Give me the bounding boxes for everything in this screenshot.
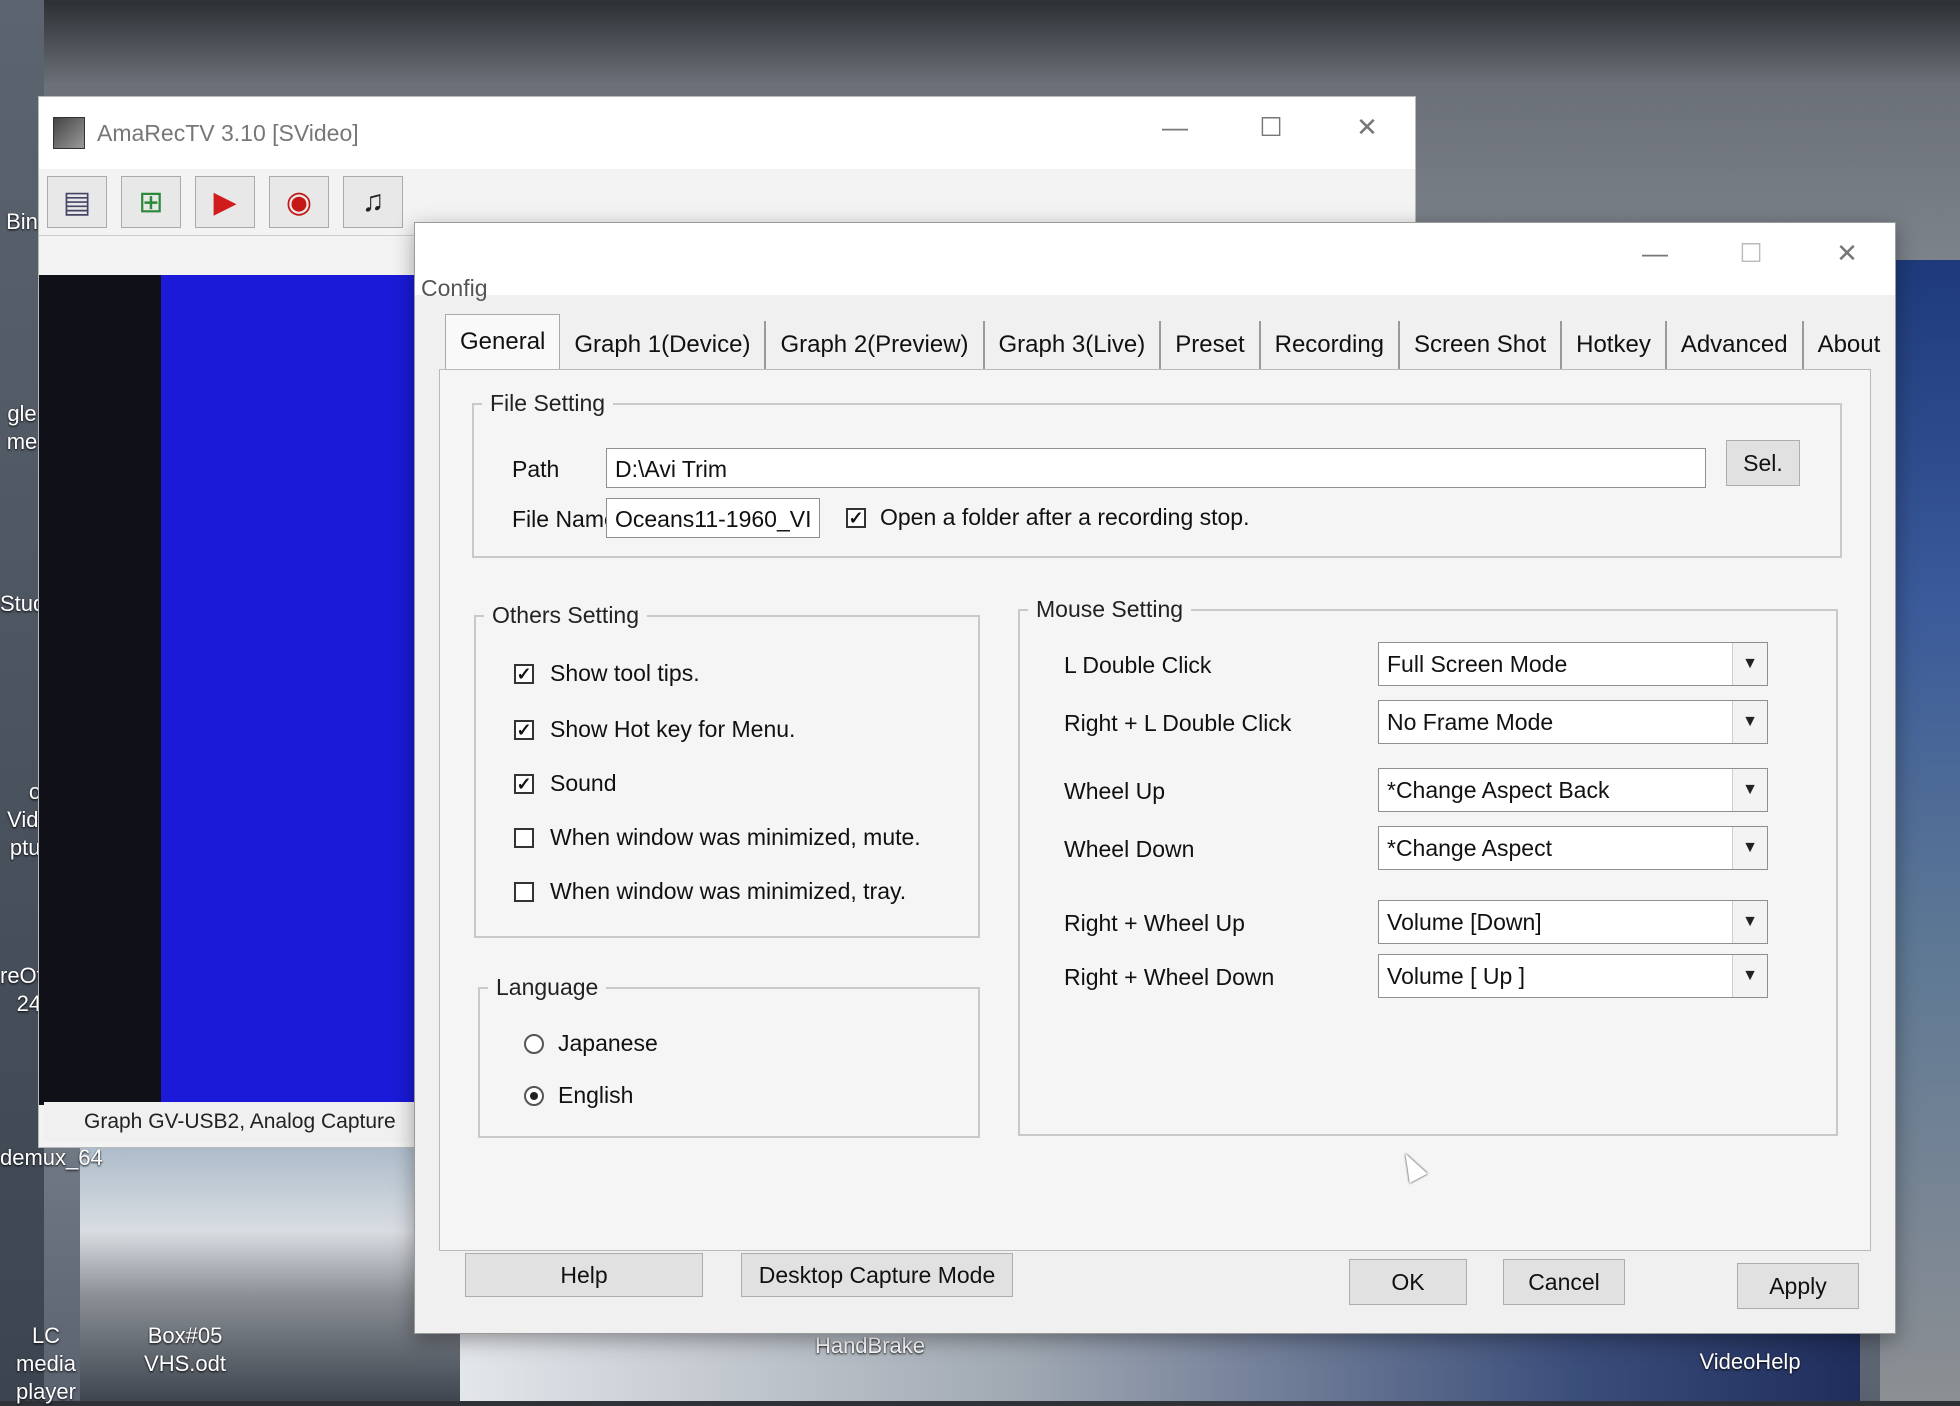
mouse-setting-legend: Mouse Setting: [1036, 596, 1184, 622]
maximize-icon[interactable]: ☐: [1223, 112, 1319, 143]
path-label: Path: [512, 456, 560, 482]
demux-icon[interactable]: demux_64: [0, 1144, 103, 1172]
japanese-label: Japanese: [558, 1030, 658, 1056]
chevron-down-icon: ▼: [1732, 701, 1767, 743]
minimize-icon[interactable]: —: [1127, 112, 1223, 143]
chevron-down-icon: ▼: [1732, 901, 1767, 943]
english-radio[interactable]: [524, 1086, 544, 1106]
right-wheel-down-select[interactable]: Volume [ Up ] ▼: [1378, 954, 1768, 998]
apply-button[interactable]: Apply: [1737, 1263, 1859, 1309]
select-path-button[interactable]: Sel.: [1726, 440, 1800, 486]
minimize-tray-checkbox[interactable]: [514, 882, 534, 902]
right-wheel-down-label: Right + Wheel Down: [1064, 964, 1275, 990]
cancel-button[interactable]: Cancel: [1503, 1259, 1625, 1305]
right-wheel-up-select[interactable]: Volume [Down] ▼: [1378, 900, 1768, 944]
minimize-mute-checkbox[interactable]: [514, 828, 534, 848]
config-maximize-icon[interactable]: ☐: [1703, 238, 1799, 269]
tab-recording[interactable]: Recording: [1261, 321, 1401, 369]
chevron-down-icon: ▼: [1732, 769, 1767, 811]
wheel-down-select[interactable]: *Change Aspect ▼: [1378, 826, 1768, 870]
config-icon[interactable]: ▤: [47, 176, 107, 228]
general-tab-panel: File Setting Path D:\Avi Trim Sel. File …: [439, 369, 1871, 1251]
l-double-click-select[interactable]: Full Screen Mode ▼: [1378, 642, 1768, 686]
tab-advanced[interactable]: Advanced: [1667, 321, 1804, 369]
config-titlebar[interactable]: — ☐ ✕ Config: [415, 223, 1895, 301]
right-l-double-click-label: Right + L Double Click: [1064, 710, 1292, 736]
handbrake-icon[interactable]: HandBrake: [800, 1332, 940, 1360]
sound-label: Sound: [550, 770, 617, 796]
tab-graph2-preview[interactable]: Graph 2(Preview): [766, 321, 985, 369]
vlc-icon[interactable]: LC media player: [0, 1322, 92, 1406]
tab-preset[interactable]: Preset: [1161, 321, 1261, 369]
help-button[interactable]: Help: [465, 1253, 703, 1297]
minimize-tray-label: When window was minimized, tray.: [550, 878, 907, 904]
wheel-up-label: Wheel Up: [1064, 778, 1165, 804]
tab-about[interactable]: About: [1804, 321, 1895, 369]
video-signal-blue: [161, 275, 444, 1105]
show-hotkey-label: Show Hot key for Menu.: [550, 716, 796, 742]
l-double-click-label: L Double Click: [1064, 652, 1212, 678]
ok-button[interactable]: OK: [1349, 1259, 1467, 1305]
right-wheel-up-label: Right + Wheel Up: [1064, 910, 1245, 936]
config-close-icon[interactable]: ✕: [1799, 238, 1895, 269]
path-input[interactable]: D:\Avi Trim: [606, 448, 1706, 488]
others-setting-legend: Others Setting: [492, 602, 640, 628]
show-tooltips-checkbox[interactable]: ✓: [514, 664, 534, 684]
language-legend: Language: [496, 974, 599, 1000]
videohelp-icon[interactable]: VideoHelp: [1680, 1348, 1820, 1376]
filename-label: File Name: [512, 506, 617, 532]
chevron-down-icon: ▼: [1732, 643, 1767, 685]
open-folder-checkbox[interactable]: ✓: [846, 508, 866, 528]
show-hotkey-checkbox[interactable]: ✓: [514, 720, 534, 740]
sound-checkbox[interactable]: ✓: [514, 774, 534, 794]
tab-general[interactable]: General: [445, 314, 561, 369]
amarectv-app-icon: [53, 117, 85, 149]
config-title: Config: [421, 275, 488, 301]
config-dialog: — ☐ ✕ Config General Graph 1(Device) Gra…: [414, 222, 1896, 1334]
music-icon[interactable]: ♫: [343, 176, 403, 228]
language-group: Language: [478, 974, 980, 1138]
english-label: English: [558, 1082, 634, 1108]
open-folder-label: Open a folder after a recording stop.: [880, 504, 1250, 530]
show-tooltips-label: Show tool tips.: [550, 660, 700, 686]
minimize-mute-label: When window was minimized, mute.: [550, 824, 921, 850]
tab-graph3-live[interactable]: Graph 3(Live): [985, 321, 1162, 369]
graph-status-label: Graph GV-USB2, Analog Capture: [44, 1102, 444, 1142]
chevron-down-icon: ▼: [1732, 827, 1767, 869]
config-minimize-icon[interactable]: —: [1607, 238, 1703, 269]
wheel-up-select[interactable]: *Change Aspect Back ▼: [1378, 768, 1768, 812]
play-icon[interactable]: ▶: [195, 176, 255, 228]
camera-icon[interactable]: ◉: [269, 176, 329, 228]
file-setting-legend: File Setting: [490, 390, 606, 416]
amarectv-titlebar[interactable]: AmaRecTV 3.10 [SVideo] — ☐ ✕: [39, 97, 1415, 169]
tab-graph1-device[interactable]: Graph 1(Device): [560, 321, 767, 369]
desktop-capture-mode-button[interactable]: Desktop Capture Mode: [741, 1253, 1013, 1297]
config-tabs: General Graph 1(Device) Graph 2(Preview)…: [445, 313, 1894, 369]
right-l-double-click-select[interactable]: No Frame Mode ▼: [1378, 700, 1768, 744]
filename-input[interactable]: Oceans11-1960_VI: [606, 498, 820, 538]
close-icon[interactable]: ✕: [1319, 112, 1415, 143]
wheel-down-label: Wheel Down: [1064, 836, 1195, 862]
config-window-controls: — ☐ ✕: [1607, 223, 1895, 283]
window-controls: — ☐ ✕: [1127, 97, 1415, 157]
graph-icon[interactable]: ⊞: [121, 176, 181, 228]
tab-screen-shot[interactable]: Screen Shot: [1400, 321, 1563, 369]
tab-hotkey[interactable]: Hotkey: [1562, 321, 1667, 369]
japanese-radio[interactable]: [524, 1034, 544, 1054]
window-title: AmaRecTV 3.10 [SVideo]: [97, 119, 359, 146]
document-icon[interactable]: Box#05 VHS.odt: [130, 1322, 240, 1378]
chevron-down-icon: ▼: [1732, 955, 1767, 997]
video-preview[interactable]: [39, 275, 444, 1105]
